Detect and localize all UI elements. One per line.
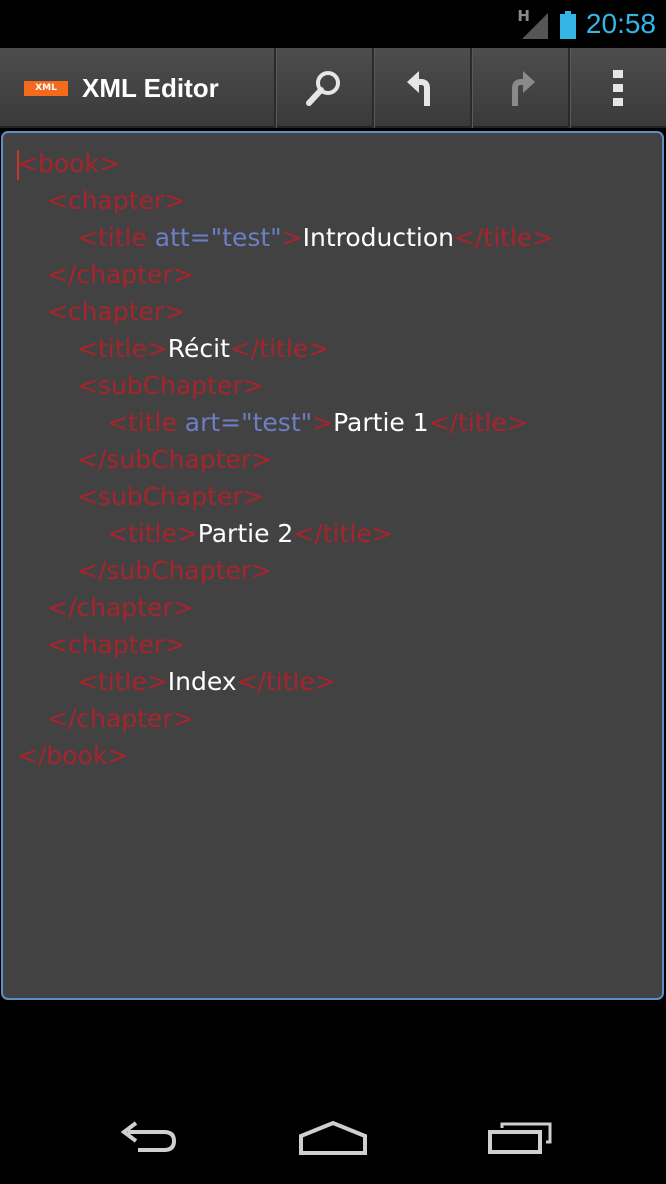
xml-tag: <title> [107,519,198,548]
xml-code: <book> <chapter> <title att="test">Introdu… [17,145,553,774]
redo-button[interactable] [470,48,568,128]
xml-tag: <title> [77,667,168,696]
code-line: <title>Récit</title> [17,330,553,367]
xml-tag: </title> [229,334,330,363]
search-icon [306,71,340,106]
signal-icon [521,13,548,39]
xml-tag: <subChapter> [77,482,264,511]
search-button[interactable] [274,48,372,128]
code-line: <title>Partie 2</title> [17,515,553,552]
app-title: XML Editor [82,72,219,103]
xml-tag: > [281,223,303,252]
code-line: <subChapter> [17,367,553,404]
xml-tag: </chapter> [47,260,194,289]
code-line: </subChapter> [17,441,553,478]
code-line: </chapter> [17,589,553,626]
recent-apps-icon [488,1122,552,1154]
xml-tag: </subChapter> [77,556,273,585]
code-line: </chapter> [17,700,553,737]
xml-editor-textarea[interactable]: <book> <chapter> <title att="test">Introdu… [1,131,664,1000]
code-line: </subChapter> [17,552,553,589]
code-line: <book> [17,145,553,182]
xml-tag: > [312,408,334,437]
battery-icon [559,11,576,39]
navigation-bar [0,1090,666,1184]
xml-tag: <chapter> [47,186,186,215]
xml-tag: <title> [77,334,168,363]
xml-tag: </title> [454,223,554,252]
xml-tag: </book> [17,741,129,770]
xml-tag: <chapter> [47,630,186,659]
back-button[interactable] [98,1108,198,1168]
xml-tag: <title [77,223,155,252]
xml-tag: </title> [236,667,336,696]
overflow-menu-button[interactable] [568,48,666,128]
code-line: <subChapter> [17,478,553,515]
xml-tag: </chapter> [47,704,194,733]
recent-apps-button[interactable] [470,1108,570,1168]
app-title-area[interactable]: XML XML Editor [0,48,274,128]
redo-icon [512,71,535,106]
xml-attribute: att="test" [154,223,282,252]
xml-tag: <chapter> [47,297,186,326]
status-clock: 20:58 [585,8,656,39]
status-bar: H 20:58 [0,0,666,48]
xml-tag: </chapter> [47,593,194,622]
xml-text: Partie 2 [197,519,294,548]
xml-tag: </title> [293,519,393,548]
xml-tag: <subChapter> [77,371,264,400]
action-bar: XML XML Editor [0,48,666,128]
xml-text: Index [167,667,237,696]
status-icons: H 20:58 [517,4,656,44]
home-button[interactable] [283,1108,383,1168]
xml-text: Récit [167,334,230,363]
code-line: <chapter> [17,182,553,219]
undo-button[interactable] [372,48,470,128]
overflow-menu-icon [613,70,623,106]
xml-attribute: art="test" [184,408,313,437]
code-line: <chapter> [17,626,553,663]
xml-tag: </title> [428,408,528,437]
xml-text: Introduction [302,223,455,252]
xml-tag: </subChapter> [77,445,273,474]
code-line: <title art="test">Partie 1</title> [17,404,553,441]
code-line: </book> [17,737,553,774]
code-line: <chapter> [17,293,553,330]
xml-tag: <book> [17,149,120,178]
back-icon [120,1121,177,1152]
app-logo-icon: XML [24,80,68,96]
home-icon [299,1120,367,1155]
code-line: <title att="test">Introduction</title> [17,219,553,256]
code-line: <title>Index</title> [17,663,553,700]
xml-tag: <title [107,408,185,437]
xml-text: Partie 1 [333,408,429,437]
code-line: </chapter> [17,256,553,293]
undo-icon [407,71,430,106]
